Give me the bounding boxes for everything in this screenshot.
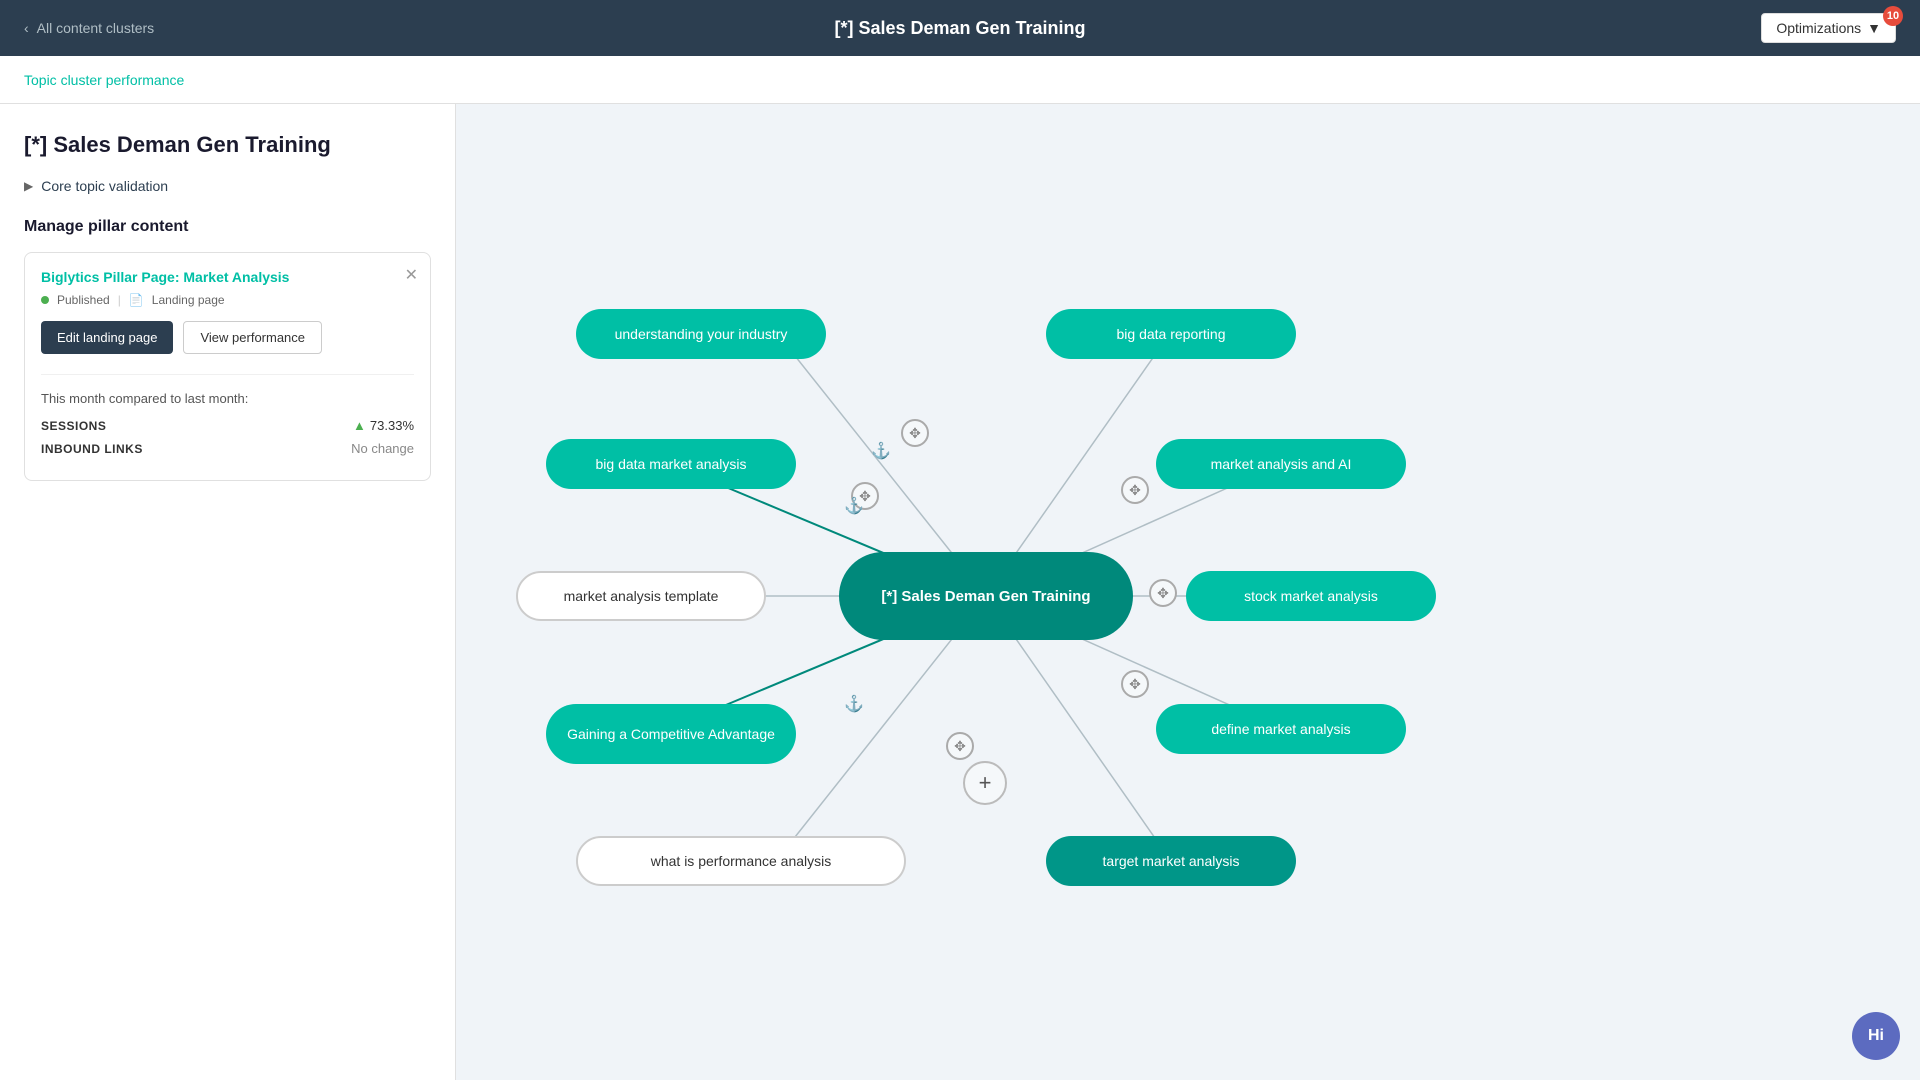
sub-nav: Topic cluster performance: [0, 56, 1920, 104]
manage-pillar-heading: Manage pillar content: [24, 218, 431, 236]
main-layout: [*] Sales Deman Gen Training ▶ Core topi…: [0, 104, 1920, 1080]
topic-cluster-link[interactable]: Topic cluster performance: [24, 72, 184, 88]
add-node-button[interactable]: +: [963, 761, 1007, 805]
node-competitive-label: Gaining a Competitive Advantage: [567, 726, 775, 742]
sessions-value: ▲ 73.33%: [353, 418, 414, 433]
back-arrow-icon: ‹: [24, 20, 29, 36]
node-define-label: define market analysis: [1211, 721, 1350, 737]
sessions-arrow: ▲: [353, 418, 366, 433]
node-big-data-market-label: big data market analysis: [596, 456, 747, 472]
node-target-market[interactable]: target market analysis: [1046, 836, 1296, 886]
published-label: Published: [57, 293, 110, 307]
sidebar-page-title: [*] Sales Deman Gen Training: [24, 132, 431, 158]
node-big-data-reporting[interactable]: big data reporting: [1046, 309, 1296, 359]
connector-icon-4[interactable]: ✥: [1149, 579, 1177, 607]
node-market-analysis-template[interactable]: market analysis template: [516, 571, 766, 621]
node-stock-label: stock market analysis: [1244, 588, 1378, 604]
inbound-row: INBOUND LINKS No change: [41, 441, 414, 456]
core-topic-label: Core topic validation: [41, 178, 168, 194]
chevron-down-icon: ▼: [1867, 20, 1881, 36]
node-understanding-industry[interactable]: understanding your industry: [576, 309, 826, 359]
edit-landing-page-button[interactable]: Edit landing page: [41, 321, 173, 354]
optimizations-button[interactable]: Optimizations ▼ 10: [1761, 13, 1896, 43]
link-icon-2: ⚓: [844, 496, 864, 516]
page-type-icon: 📄: [129, 293, 144, 307]
inbound-value: No change: [351, 441, 414, 456]
content-card: ✕ Biglytics Pillar Page: Market Analysis…: [24, 252, 431, 481]
add-icon: +: [979, 770, 992, 796]
node-template-label: market analysis template: [564, 588, 719, 604]
back-link-label: All content clusters: [37, 20, 155, 36]
published-dot: [41, 296, 49, 304]
node-stock-market-analysis[interactable]: stock market analysis: [1186, 571, 1436, 621]
sessions-row: SESSIONS ▲ 73.33%: [41, 418, 414, 433]
close-button[interactable]: ✕: [405, 265, 418, 285]
meta-separator: |: [118, 293, 121, 307]
node-target-label: target market analysis: [1103, 853, 1240, 869]
card-meta: Published | 📄 Landing page: [41, 293, 414, 307]
stats-header: This month compared to last month:: [41, 391, 414, 406]
inbound-label: INBOUND LINKS: [41, 442, 143, 456]
node-performance-label: what is performance analysis: [651, 853, 832, 869]
core-topic-chevron: ▶: [24, 179, 33, 193]
center-node[interactable]: [*] Sales Deman Gen Training: [839, 552, 1133, 640]
card-title-link[interactable]: Biglytics Pillar Page: Market Analysis: [41, 269, 414, 285]
back-link[interactable]: ‹ All content clusters: [24, 20, 154, 36]
optimizations-badge: 10: [1883, 6, 1903, 26]
node-performance-analysis[interactable]: what is performance analysis: [576, 836, 906, 886]
link-icon-3: ⚓: [844, 694, 864, 714]
link-icon-1: ⚓: [871, 441, 891, 461]
node-big-data-reporting-label: big data reporting: [1117, 326, 1226, 342]
node-market-analysis-ai[interactable]: market analysis and AI: [1156, 439, 1406, 489]
canvas-area: [*] Sales Deman Gen Training understandi…: [456, 104, 1920, 1080]
optimizations-label: Optimizations: [1776, 20, 1861, 36]
connector-icon-5[interactable]: ✥: [1121, 670, 1149, 698]
connector-icon-6[interactable]: ✥: [946, 732, 974, 760]
center-node-label: [*] Sales Deman Gen Training: [881, 588, 1090, 605]
card-buttons: Edit landing page View performance: [41, 321, 414, 354]
stats-section: This month compared to last month: SESSI…: [41, 374, 414, 456]
help-button[interactable]: Hi: [1852, 1012, 1900, 1060]
connector-icon-2[interactable]: ✥: [1121, 476, 1149, 504]
connector-icon-1[interactable]: ✥: [901, 419, 929, 447]
top-nav: ‹ All content clusters [*] Sales Deman G…: [0, 0, 1920, 56]
node-define-market[interactable]: define market analysis: [1156, 704, 1406, 754]
node-market-ai-label: market analysis and AI: [1211, 456, 1352, 472]
sessions-label: SESSIONS: [41, 419, 106, 433]
node-competitive-advantage[interactable]: Gaining a Competitive Advantage: [546, 704, 796, 764]
page-type-label: Landing page: [152, 293, 225, 307]
node-understanding-label: understanding your industry: [615, 326, 788, 342]
core-topic-validation[interactable]: ▶ Core topic validation: [24, 178, 431, 194]
sessions-number: 73.33%: [370, 418, 414, 433]
page-title: [*] Sales Deman Gen Training: [834, 18, 1085, 39]
view-performance-button[interactable]: View performance: [183, 321, 322, 354]
sidebar: [*] Sales Deman Gen Training ▶ Core topi…: [0, 104, 456, 1080]
help-label: Hi: [1868, 1027, 1884, 1045]
node-big-data-market-analysis[interactable]: big data market analysis: [546, 439, 796, 489]
